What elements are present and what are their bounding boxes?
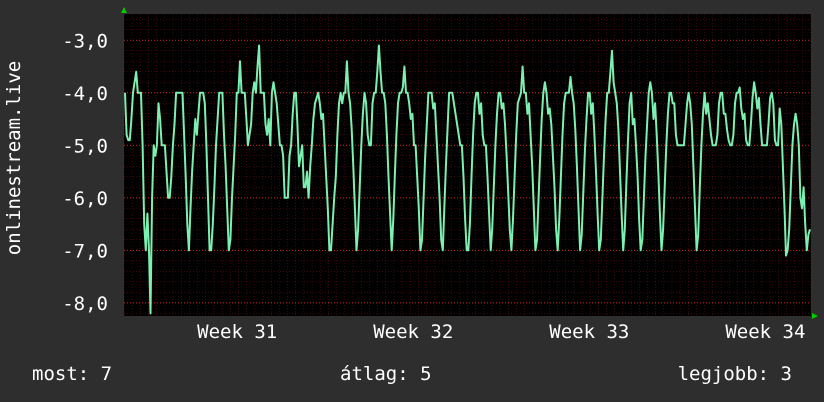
y-tick-label: -8,0 xyxy=(62,293,108,315)
x-tick-label: Week 31 xyxy=(197,321,277,343)
stat-current: most: 7 xyxy=(32,363,113,385)
y-tick-label: -3,0 xyxy=(62,30,108,52)
y-axis-label-wrap: onlinestream.live xyxy=(0,0,28,316)
graph-panel: -3,0 -4,0 -5,0 -6,0 -7,0 -8,0 Week 31 Week 32 We… xyxy=(0,0,824,402)
x-axis-arrow xyxy=(812,313,818,319)
y-axis-label: onlinestream.live xyxy=(3,60,25,256)
x-tick-label: Week 32 xyxy=(373,321,453,343)
stat-best: legjobb: 3 xyxy=(677,363,792,385)
y-tick-label: -5,0 xyxy=(62,135,108,157)
y-tick-label: -7,0 xyxy=(62,240,108,262)
x-tick-label: Week 34 xyxy=(725,321,805,343)
x-tick-label: Week 33 xyxy=(549,321,629,343)
y-axis-arrow xyxy=(121,7,127,13)
y-tick-label: -4,0 xyxy=(62,83,108,105)
stat-average: átlag: 5 xyxy=(340,363,432,385)
y-tick-label: -6,0 xyxy=(62,188,108,210)
line-chart: -3,0 -4,0 -5,0 -6,0 -7,0 -8,0 Week 31 Week 32 We… xyxy=(62,7,818,343)
